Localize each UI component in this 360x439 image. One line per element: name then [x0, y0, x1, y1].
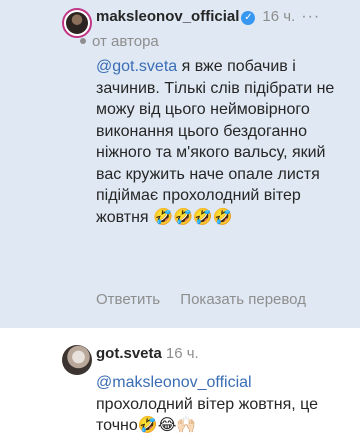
- comment-body: прохолодний вітер жовтня, це точно🤣😂🙌🏻: [96, 395, 318, 435]
- show-translation-button[interactable]: Показать перевод: [180, 291, 306, 308]
- timestamp: 16 ч.: [165, 345, 199, 362]
- comment-header: got.sveta 16 ч.: [96, 345, 199, 363]
- verified-icon: ✓: [241, 11, 256, 25]
- comment-body: я вже побачив і зачинив. Тількі слів під…: [96, 58, 335, 226]
- comment-got-sveta: got.sveta 16 ч. @maksleonov_official прох…: [0, 328, 360, 439]
- author-note: от автора: [92, 33, 159, 50]
- comment-text: @got.sveta я вже побачив і зачинив. Тіль…: [96, 56, 351, 228]
- username[interactable]: got.sveta: [96, 345, 162, 362]
- reply-button[interactable]: Ответить: [96, 291, 160, 308]
- comment-maksleonov: maksleonov_official ✓ 16 ч. ··· от автора @…: [0, 0, 360, 328]
- author-dot-icon: [80, 38, 86, 44]
- comment-header: maksleonov_official ✓ 16 ч. ···: [96, 8, 320, 26]
- mention-link[interactable]: @got.sveta: [96, 58, 177, 75]
- comment-actions: Ответить Показать перевод: [96, 291, 322, 308]
- more-options-icon[interactable]: ···: [301, 8, 320, 25]
- avatar[interactable]: [62, 345, 92, 375]
- author-badge: от автора: [80, 33, 159, 50]
- comment-text: @maksleonov_official прохолодний вітер ж…: [96, 372, 351, 437]
- avatar-photo: [66, 12, 88, 34]
- username[interactable]: maksleonov_official: [96, 8, 239, 25]
- timestamp: 16 ч.: [262, 8, 296, 25]
- mention-link[interactable]: @maksleonov_official: [96, 374, 252, 391]
